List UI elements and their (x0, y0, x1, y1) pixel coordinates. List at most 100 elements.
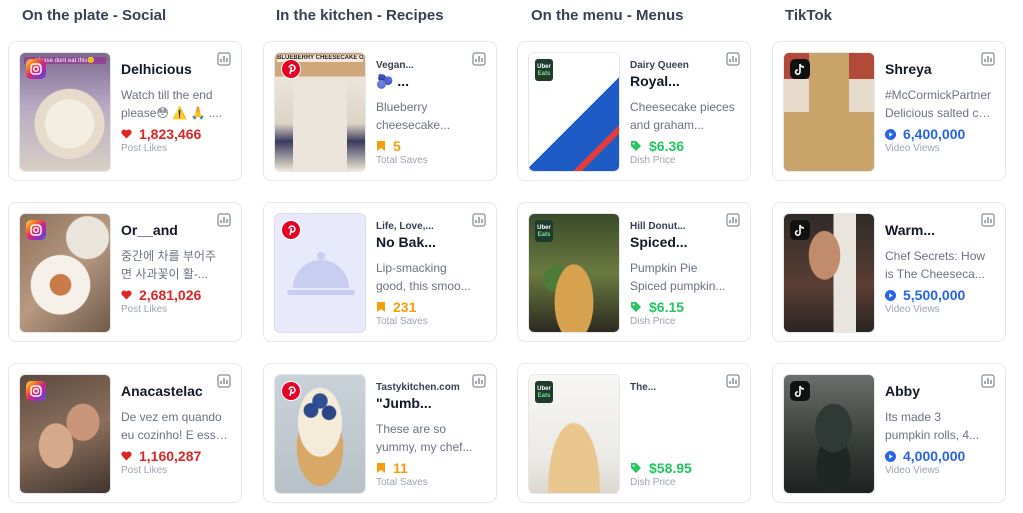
post-likes-value: 2,681,026 (139, 287, 202, 303)
recipe-description-line: Lip-smacking (376, 261, 447, 275)
menu-card[interactable]: Uber Eats The... $58.95 Dish Price (517, 363, 751, 503)
recipe-card[interactable]: Life, Love,... No Bak... Lip-smacking go… (263, 202, 497, 342)
price-tag-icon (631, 141, 641, 151)
recipe-description-line: good, this smoo... (376, 279, 471, 293)
heart-icon (121, 451, 132, 461)
dish-price-label: Dish Price (630, 477, 676, 488)
analytics-icon[interactable] (217, 213, 231, 227)
instagram-icon (26, 220, 46, 240)
analytics-icon[interactable] (981, 52, 995, 66)
recipe-description-line: cheesecake... (376, 118, 451, 132)
dish-price-value: $58.95 (649, 460, 692, 476)
uber-eats-label: Uber (537, 386, 551, 392)
dish-name (630, 395, 742, 412)
post-likes-value: 1,160,287 (139, 448, 202, 464)
video-description-line: Delicious salted caram... (885, 106, 997, 120)
tiktok-icon (790, 59, 810, 79)
uber-eats-label: Eats (537, 232, 551, 238)
video-thumbnail (783, 52, 875, 172)
instagram-icon (26, 59, 46, 79)
post-likes-value: 1,823,466 (139, 126, 202, 142)
cloche-placeholder-icon (287, 252, 355, 295)
recipe-name: 🫐 ... (376, 73, 409, 89)
price-tag-icon (631, 463, 641, 473)
post-description-line: Watch till the end (121, 88, 213, 102)
post-description: Watch till the end please😳 ⚠️ 🙏 .... (121, 86, 233, 122)
analytics-icon[interactable] (472, 374, 486, 388)
post-thumbnail (19, 213, 111, 333)
analytics-icon[interactable] (726, 213, 740, 227)
recipe-card[interactable]: BLUEBERRY CHEESECAKE OVERNIGHT OATS 🫐 Ve… (263, 41, 497, 181)
dish-description (630, 420, 742, 456)
analytics-icon[interactable] (981, 374, 995, 388)
video-description: #McCormickPartner Delicious salted caram… (885, 86, 997, 122)
bookmark-icon (377, 302, 385, 312)
play-icon (885, 289, 896, 301)
video-description-line: pumpkin rolls, 4... (885, 428, 980, 442)
video-views-label: Video Views (885, 465, 940, 476)
tiktok-icon (790, 381, 810, 401)
play-icon (885, 128, 896, 140)
dish-name: Royal... (630, 73, 680, 89)
post-description-line: eu cozinho! E esse ... (121, 428, 233, 442)
analytics-icon[interactable] (217, 374, 231, 388)
menu-card[interactable]: Uber Eats Hill Donut... Spiced... Pumpkin… (517, 202, 751, 342)
recipe-description-line: yummy, my chef... (376, 440, 473, 454)
recipe-description: Blueberry cheesecake... (376, 98, 488, 134)
video-views-value: 5,500,000 (903, 287, 966, 303)
uber-eats-icon: Uber Eats (535, 381, 553, 403)
pinterest-icon (281, 220, 301, 240)
menu-card[interactable]: Uber Eats Dairy Queen Royal... Cheesecake… (517, 41, 751, 181)
column-title-recipes: In the kitchen - Recipes (276, 7, 444, 24)
dish-price-label: Dish Price (630, 316, 676, 327)
post-description: 중간에 차를 부어주 면 사과꽃이 활-... (121, 247, 233, 283)
recipe-card[interactable]: Tastykitchen.com "Jumb... These are so y… (263, 363, 497, 503)
post-description-line: 면 사과꽃이 활-... (121, 267, 208, 281)
dish-thumbnail: Uber Eats (528, 374, 620, 494)
post-likes-label: Post Likes (121, 143, 168, 154)
analytics-icon[interactable] (726, 52, 740, 66)
video-description: Chef Secrets: How is The Cheeseca... (885, 247, 997, 283)
dish-name: Spiced... (630, 234, 688, 250)
dish-description-line: and graham... (630, 118, 705, 132)
dish-price-value: $6.15 (649, 299, 685, 315)
analytics-icon[interactable] (472, 52, 486, 66)
post-description-line: 중간에 차를 부어주 (121, 249, 216, 263)
recipe-description-line: Blueberry (376, 100, 428, 114)
uber-eats-label: Eats (537, 71, 551, 77)
heart-icon (121, 290, 132, 300)
dish-description-line: Pumpkin Pie (630, 261, 698, 275)
tiktok-card[interactable]: Abby Its made 3 pumpkin rolls, 4... 4,00… (772, 363, 1006, 503)
dish-price-label: Dish Price (630, 155, 676, 166)
dish-description: Pumpkin Pie Spiced pumpkin... (630, 259, 742, 295)
tiktok-icon (790, 220, 810, 240)
recipe-description: Lip-smacking good, this smoo... (376, 259, 488, 295)
post-likes-label: Post Likes (121, 465, 168, 476)
total-saves-label: Total Saves (376, 155, 428, 166)
dish-description-line: Spiced pumpkin... (630, 279, 726, 293)
recipe-name: No Bak... (376, 234, 436, 250)
video-views-value: 6,400,000 (903, 126, 966, 142)
total-saves-label: Total Saves (376, 477, 428, 488)
video-description-line: is The Cheeseca... (885, 267, 985, 281)
analytics-icon[interactable] (981, 213, 995, 227)
social-card[interactable]: please dont eat this🙂 Delhicious Watch t… (8, 41, 242, 181)
video-description-line: Chef Secrets: How (885, 249, 986, 263)
tiktok-card[interactable]: Shreya #McCormickPartner Delicious salte… (772, 41, 1006, 181)
analytics-icon[interactable] (217, 52, 231, 66)
recipe-description: These are so yummy, my chef... (376, 420, 488, 456)
uber-eats-icon: Uber Eats (535, 59, 553, 81)
post-thumbnail (19, 374, 111, 494)
analytics-icon[interactable] (472, 213, 486, 227)
post-thumbnail: please dont eat this🙂 (19, 52, 111, 172)
pinterest-icon (281, 59, 301, 79)
price-tag-icon (631, 302, 641, 312)
dish-price-value: $6.36 (649, 138, 685, 154)
social-card[interactable]: Anacastelac De vez em quando eu cozinho!… (8, 363, 242, 503)
social-card[interactable]: Or__and 중간에 차를 부어주 면 사과꽃이 활-... 2,681,02… (8, 202, 242, 342)
tiktok-card[interactable]: Warm... Chef Secrets: How is The Cheesec… (772, 202, 1006, 342)
video-description: Its made 3 pumpkin rolls, 4... (885, 408, 997, 444)
analytics-icon[interactable] (726, 374, 740, 388)
bookmark-icon (377, 141, 385, 151)
post-description-line: De vez em quando (121, 410, 222, 424)
